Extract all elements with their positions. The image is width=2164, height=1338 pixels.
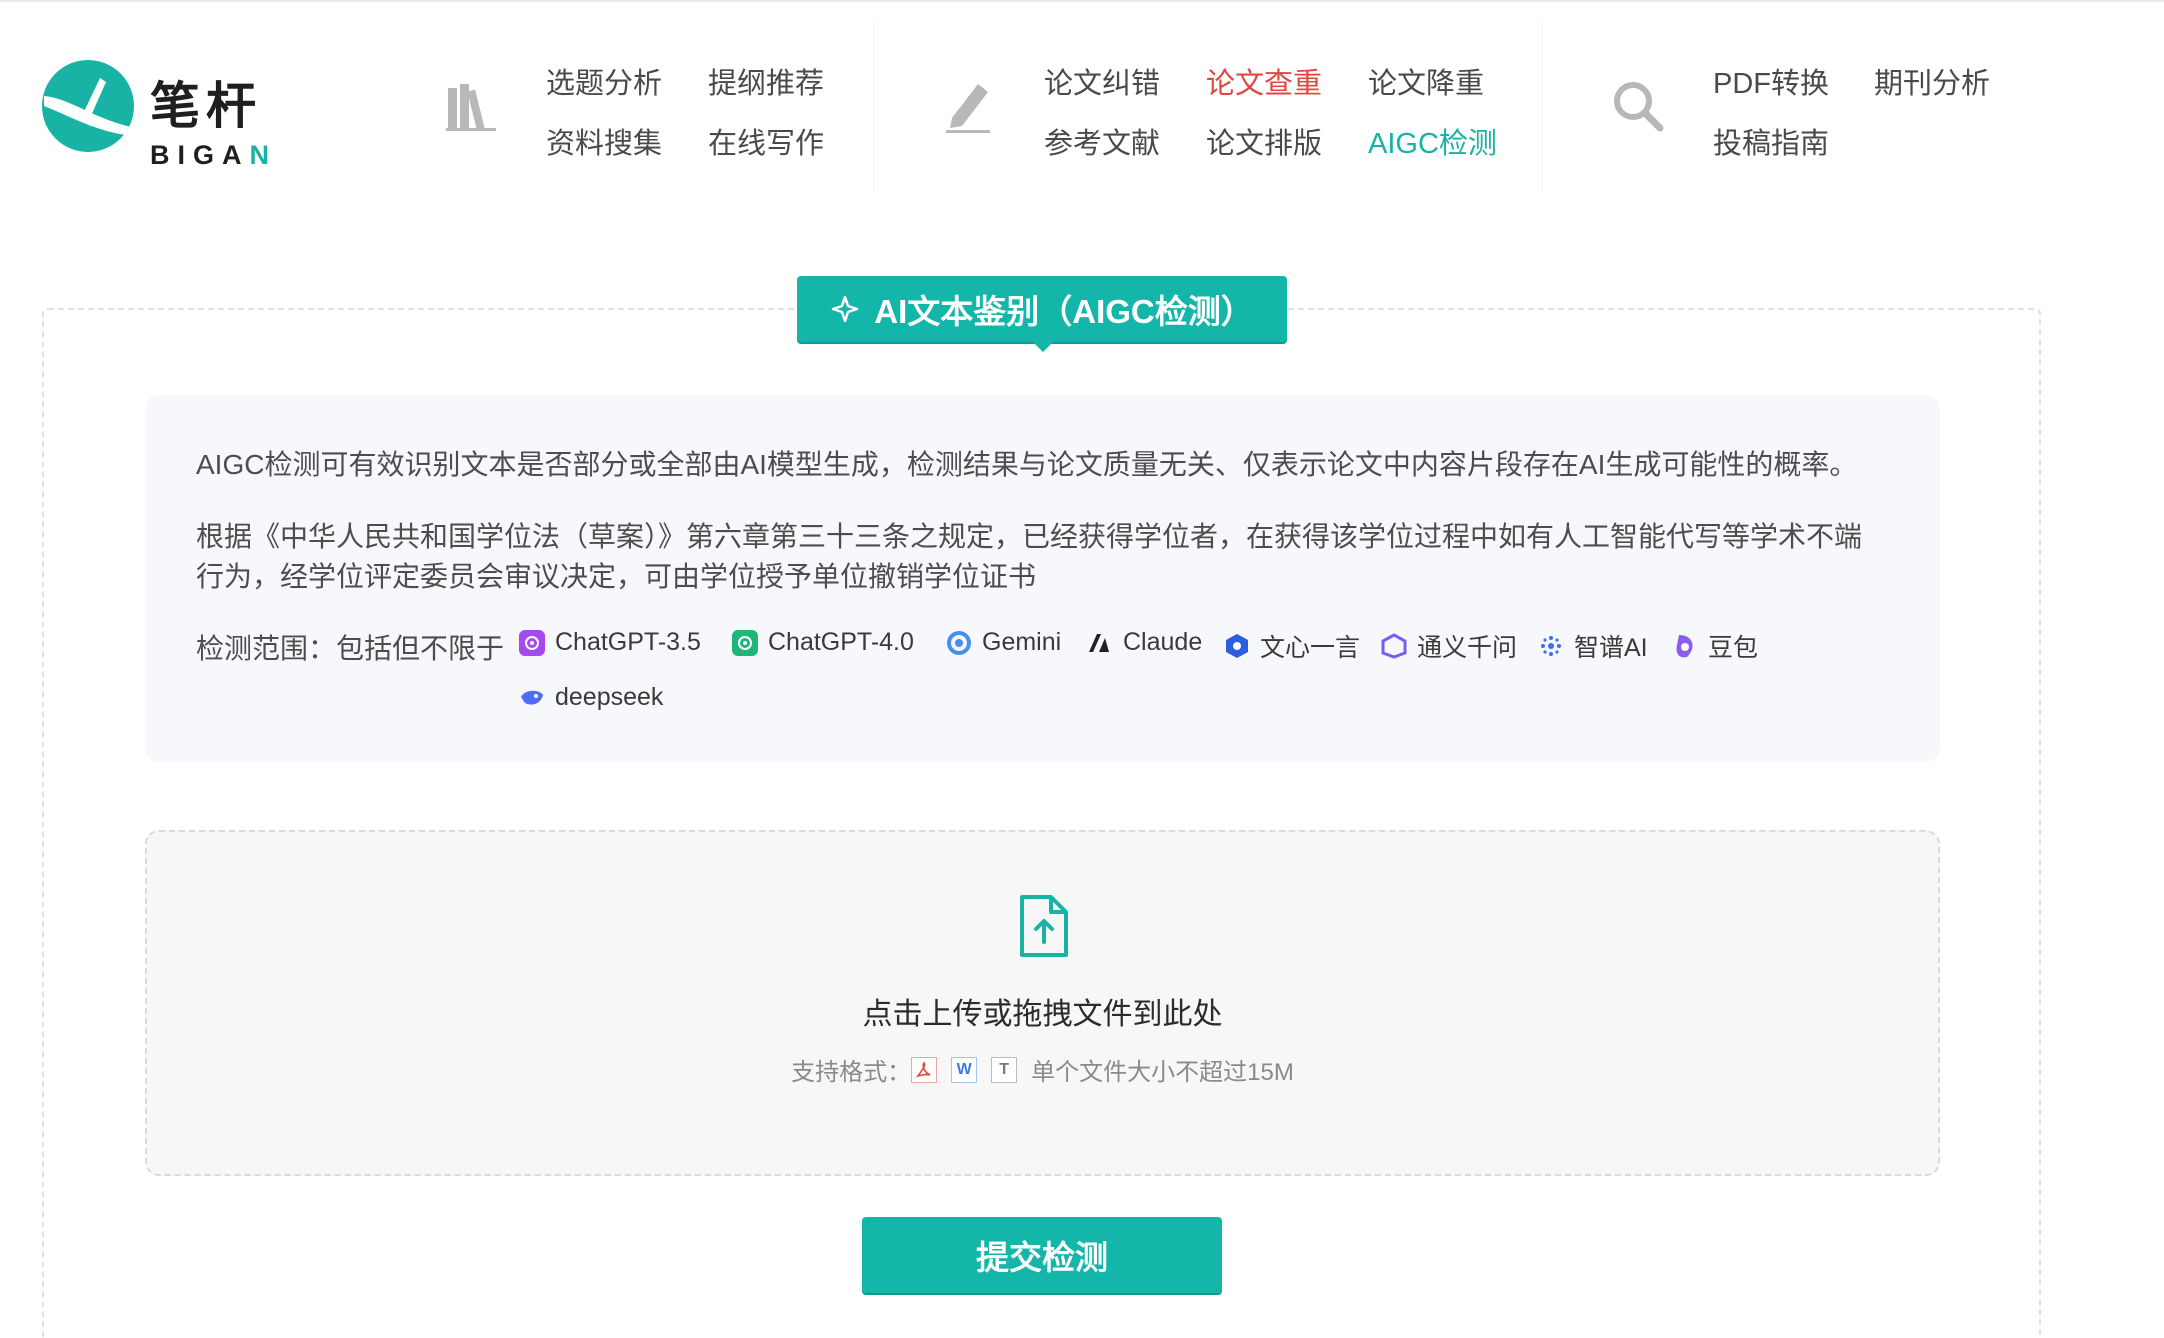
upload-formats: 支持格式： W T 单个文件大小不超过15M (147, 1052, 1938, 1087)
model-zhipu: 智谱AI (1538, 628, 1648, 664)
chatgpt-icon (732, 629, 758, 656)
info-law-line2: 行为，经学位评定委员会审议决定，可由学位授予单位撤销学位证书 (196, 561, 1037, 592)
model-chatgpt40: ChatGPT-4.0 (732, 628, 914, 657)
nav-topic-analysis[interactable]: 选题分析 (546, 60, 662, 102)
model-deepseek: deepseek (519, 683, 663, 712)
formats-label: 支持格式： (791, 1059, 912, 1086)
info-law-line1: 根据《中华人民共和国学位法（草案）》第六章第三十三条之规定，已经获得学位者，在获… (196, 521, 1863, 552)
nav-divider (1542, 22, 1543, 192)
txt-icon: T (991, 1056, 1018, 1083)
logo-cn: 笔杆 (150, 77, 262, 135)
deepseek-icon (519, 685, 545, 711)
search-icon (1612, 80, 1664, 137)
nav-journal-analysis[interactable]: 期刊分析 (1874, 60, 1990, 102)
info-description: AIGC检测可有效识别文本是否部分或全部由AI模型生成，检测结果与论文质量无关、… (196, 449, 1858, 480)
model-chatgpt35: ChatGPT-3.5 (519, 628, 701, 657)
top-border (0, 0, 2164, 2)
badge-pointer (1032, 341, 1054, 352)
chatgpt-icon (519, 629, 545, 656)
wenxin-icon (1224, 633, 1250, 659)
scope-label: 检测范围：包括但不限于 (196, 633, 505, 664)
claude-icon (1087, 630, 1113, 656)
gemini-icon (946, 630, 972, 656)
submit-button[interactable]: 提交检测 (862, 1217, 1222, 1293)
books-icon (446, 80, 496, 137)
nav-aigc-detection[interactable]: AIGC检测 (1368, 120, 1497, 162)
pen-icon (944, 78, 994, 139)
nav-formatting[interactable]: 论文排版 (1206, 120, 1322, 162)
logo-mark-icon (42, 60, 136, 152)
page-title-badge: AI文本鉴别（AIGC检测） (797, 276, 1287, 342)
info-box: AIGC检测可有效识别文本是否部分或全部由AI模型生成，检测结果与论文质量无关、… (145, 395, 1940, 762)
nav-references[interactable]: 参考文献 (1044, 120, 1160, 162)
page-title: AI文本鉴别（AIGC检测） (874, 293, 1254, 330)
word-icon: W (951, 1056, 978, 1083)
logo-text[interactable]: 笔杆 BIGAN (150, 66, 277, 171)
file-upload-icon (1019, 894, 1069, 963)
nav-plagiarism-check[interactable]: 论文查重 (1206, 60, 1322, 102)
nav-online-writing[interactable]: 在线写作 (708, 120, 824, 162)
model-doubao: 豆包 (1672, 628, 1758, 664)
nav-submission-guide[interactable]: 投稿指南 (1713, 120, 1829, 162)
model-wenxin: 文心一言 (1224, 628, 1360, 664)
file-upload-dropzone[interactable]: 点击上传或拖拽文件到此处 支持格式： W T 单个文件大小不超过15M (145, 830, 1940, 1176)
nav-paper-correction[interactable]: 论文纠错 (1044, 60, 1160, 102)
doubao-icon (1672, 633, 1698, 659)
tongyi-icon (1381, 633, 1407, 659)
model-gemini: Gemini (946, 628, 1061, 657)
nav-rewrite[interactable]: 论文降重 (1368, 60, 1484, 102)
nav-divider (873, 22, 874, 192)
model-claude: Claude (1087, 628, 1202, 657)
nav-material-search[interactable]: 资料搜集 (546, 120, 662, 162)
pdf-icon (911, 1056, 938, 1083)
file-size-limit: 单个文件大小不超过15M (1031, 1059, 1294, 1086)
logo-en: BIGAN (150, 140, 277, 170)
sparkle-icon (832, 295, 859, 323)
zhipu-icon (1538, 633, 1564, 659)
nav-pdf-convert[interactable]: PDF转换 (1713, 60, 1829, 102)
model-tongyi: 通义千问 (1381, 628, 1517, 664)
upload-title: 点击上传或拖拽文件到此处 (862, 998, 1223, 1031)
nav-outline-recommend[interactable]: 提纲推荐 (708, 60, 824, 102)
